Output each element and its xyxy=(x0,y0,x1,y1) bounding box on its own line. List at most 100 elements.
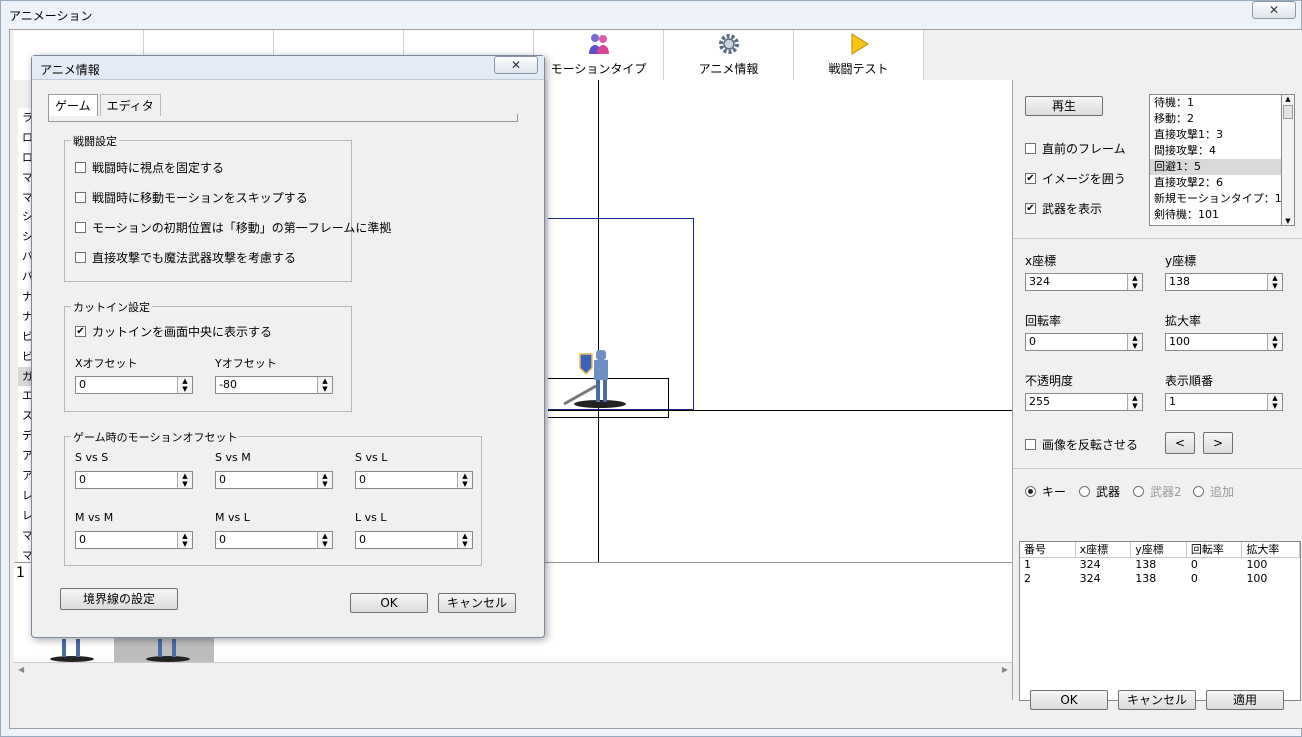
window-close-button[interactable]: ✕ xyxy=(1252,1,1296,19)
checkbox-box[interactable]: ✔ xyxy=(1025,203,1036,214)
motion-list-item[interactable]: 間接攻撃：4 xyxy=(1150,143,1294,159)
scale-value[interactable]: 100 xyxy=(1166,334,1267,350)
radio-key[interactable]: キー xyxy=(1025,483,1066,500)
dialog-close-button[interactable]: ✕ xyxy=(494,56,538,74)
m-vs-l-field[interactable]: 0 ▲ ▼ xyxy=(215,531,333,549)
display-order-value[interactable]: 1 xyxy=(1166,394,1267,410)
checkbox-box[interactable] xyxy=(75,162,86,173)
skip-move-checkbox[interactable]: 戦闘時に移動モーションをスキップする xyxy=(75,189,308,206)
scale-field[interactable]: 100 ▲ ▼ xyxy=(1165,333,1283,351)
checkbox-box[interactable] xyxy=(75,252,86,263)
surround-image-checkbox[interactable]: ✔ イメージを囲う xyxy=(1025,170,1126,187)
spin-arrows-icon[interactable]: ▲ ▼ xyxy=(317,472,332,488)
x-coord-field[interactable]: 324 ▲ ▼ xyxy=(1025,273,1143,291)
col-x[interactable]: x座標 xyxy=(1075,542,1132,558)
checkbox-box[interactable]: ✔ xyxy=(75,326,86,337)
toolbar-anime-info[interactable]: アニメ情報 xyxy=(664,30,794,80)
col-scale[interactable]: 拡大率 xyxy=(1242,542,1301,558)
motion-list-item[interactable]: 直接攻撃1：3 xyxy=(1150,127,1294,143)
character-sprite[interactable] xyxy=(562,346,632,410)
scroll-left-icon[interactable]: ◀ xyxy=(18,665,24,674)
display-order-field[interactable]: 1 ▲ ▼ xyxy=(1165,393,1283,411)
checkbox-box[interactable] xyxy=(75,222,86,233)
x-coord-value[interactable]: 324 xyxy=(1026,274,1127,290)
opacity-field[interactable]: 255 ▲ ▼ xyxy=(1025,393,1143,411)
checkbox-box[interactable] xyxy=(1025,439,1036,450)
y-offset-field[interactable]: -80 ▲ ▼ xyxy=(215,376,333,394)
footer-ok-button[interactable]: OK xyxy=(1030,690,1108,710)
motion-list-item[interactable]: 回避1：5 xyxy=(1150,159,1294,175)
animation-canvas[interactable] xyxy=(548,80,1016,562)
spin-arrows-icon[interactable]: ▲ ▼ xyxy=(177,532,192,548)
toolbar-motion-type[interactable]: モーションタイプ xyxy=(534,30,664,80)
motion-list-item[interactable]: 移動：2 xyxy=(1150,111,1294,127)
prev-button[interactable]: < xyxy=(1165,432,1195,454)
flip-image-checkbox[interactable]: 画像を反転させる xyxy=(1025,436,1138,453)
rotation-value[interactable]: 0 xyxy=(1026,334,1127,350)
m-vs-l-value[interactable]: 0 xyxy=(216,532,317,548)
next-button[interactable]: > xyxy=(1203,432,1233,454)
col-y[interactable]: y座標 xyxy=(1131,542,1187,558)
scroll-thumb[interactable] xyxy=(1283,105,1293,119)
dialog-cancel-button[interactable]: キャンセル xyxy=(438,593,516,613)
s-vs-l-value[interactable]: 0 xyxy=(356,472,457,488)
spin-arrows-icon[interactable]: ▲ ▼ xyxy=(1127,394,1142,410)
motion-list-item[interactable]: 新規モーションタイプ：100 xyxy=(1150,191,1294,207)
y-coord-value[interactable]: 138 xyxy=(1166,274,1267,290)
boundary-settings-button[interactable]: 境界線の設定 xyxy=(60,588,178,610)
checkbox-box[interactable]: ✔ xyxy=(1025,173,1036,184)
spin-arrows-icon[interactable]: ▲ ▼ xyxy=(1127,274,1142,290)
spin-arrows-icon[interactable]: ▲ ▼ xyxy=(457,472,472,488)
footer-cancel-button[interactable]: キャンセル xyxy=(1118,690,1196,710)
spin-arrows-icon[interactable]: ▲ ▼ xyxy=(177,377,192,393)
spin-arrows-icon[interactable]: ▲ ▼ xyxy=(457,532,472,548)
magic-weapon-checkbox[interactable]: 直接攻撃でも魔法武器攻撃を考慮する xyxy=(75,249,296,266)
x-offset-value[interactable]: 0 xyxy=(76,377,177,393)
m-vs-m-field[interactable]: 0 ▲ ▼ xyxy=(75,531,193,549)
prev-frame-checkbox[interactable]: 直前のフレーム xyxy=(1025,140,1126,157)
motion-type-list[interactable]: 待機：1 移動：2 直接攻撃1：3 間接攻撃：4 回避1：5 直接攻撃2：6 新規モーション… xyxy=(1149,94,1295,226)
initial-position-checkbox[interactable]: モーションの初期位置は「移動」の第一フレームに準拠 xyxy=(75,219,391,236)
radio-weapon[interactable]: 武器 xyxy=(1079,483,1120,500)
checkbox-box[interactable] xyxy=(1025,143,1036,154)
motion-list-scrollbar[interactable]: ▲ ▼ xyxy=(1281,94,1295,226)
radio-dot[interactable] xyxy=(1079,486,1090,497)
spin-arrows-icon[interactable]: ▲ ▼ xyxy=(317,377,332,393)
s-vs-m-field[interactable]: 0 ▲ ▼ xyxy=(215,471,333,489)
spin-arrows-icon[interactable]: ▲ ▼ xyxy=(1267,394,1282,410)
x-offset-field[interactable]: 0 ▲ ▼ xyxy=(75,376,193,394)
scroll-down-icon[interactable]: ▼ xyxy=(1282,217,1294,225)
motion-list-item[interactable]: 待機：1 xyxy=(1150,95,1294,111)
footer-apply-button[interactable]: 適用 xyxy=(1206,690,1284,710)
y-coord-field[interactable]: 138 ▲ ▼ xyxy=(1165,273,1283,291)
timeline-scrollbar[interactable]: ◀ ▶ xyxy=(14,662,1012,678)
spin-arrows-icon[interactable]: ▲ ▼ xyxy=(1127,334,1142,350)
fix-viewpoint-checkbox[interactable]: 戦闘時に視点を固定する xyxy=(75,159,224,176)
checkbox-box[interactable] xyxy=(75,192,86,203)
table-row[interactable]: 1 324 138 0 100 xyxy=(1020,558,1300,572)
tab-game[interactable]: ゲーム xyxy=(48,94,98,116)
l-vs-l-field[interactable]: 0 ▲ ▼ xyxy=(355,531,473,549)
l-vs-l-value[interactable]: 0 xyxy=(356,532,457,548)
scroll-up-icon[interactable]: ▲ xyxy=(1282,95,1294,103)
table-row[interactable]: 2 324 138 0 100 xyxy=(1020,572,1300,586)
toolbar-battle-test[interactable]: 戦闘テスト xyxy=(794,30,924,80)
col-number[interactable]: 番号 xyxy=(1020,542,1076,558)
spin-arrows-icon[interactable]: ▲ ▼ xyxy=(177,472,192,488)
tab-editor[interactable]: エディタ xyxy=(99,94,161,116)
keyframe-table[interactable]: 番号 x座標 y座標 回転率 拡大率 1 324 138 0 100 2 324… xyxy=(1019,541,1301,701)
spin-arrows-icon[interactable]: ▲ ▼ xyxy=(317,532,332,548)
spin-arrows-icon[interactable]: ▲ ▼ xyxy=(1267,334,1282,350)
spin-arrows-icon[interactable]: ▲ ▼ xyxy=(1267,274,1282,290)
play-button[interactable]: 再生 xyxy=(1025,96,1103,116)
s-vs-s-value[interactable]: 0 xyxy=(76,472,177,488)
m-vs-m-value[interactable]: 0 xyxy=(76,532,177,548)
s-vs-s-field[interactable]: 0 ▲ ▼ xyxy=(75,471,193,489)
opacity-value[interactable]: 255 xyxy=(1026,394,1127,410)
show-weapon-checkbox[interactable]: ✔ 武器を表示 xyxy=(1025,200,1102,217)
frame-thumb-2[interactable] xyxy=(144,639,194,663)
motion-list-item[interactable]: 直接攻撃2：6 xyxy=(1150,175,1294,191)
dialog-ok-button[interactable]: OK xyxy=(350,593,428,613)
s-vs-l-field[interactable]: 0 ▲ ▼ xyxy=(355,471,473,489)
y-offset-value[interactable]: -80 xyxy=(216,377,317,393)
